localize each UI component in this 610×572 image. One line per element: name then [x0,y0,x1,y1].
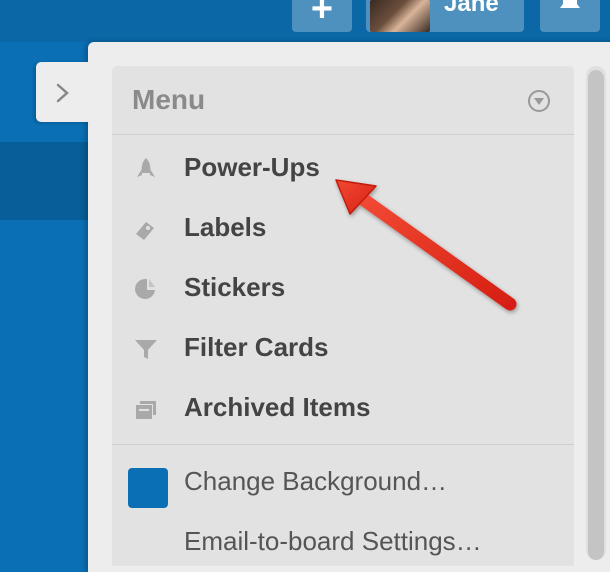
annotation-arrow-icon [335,179,517,311]
